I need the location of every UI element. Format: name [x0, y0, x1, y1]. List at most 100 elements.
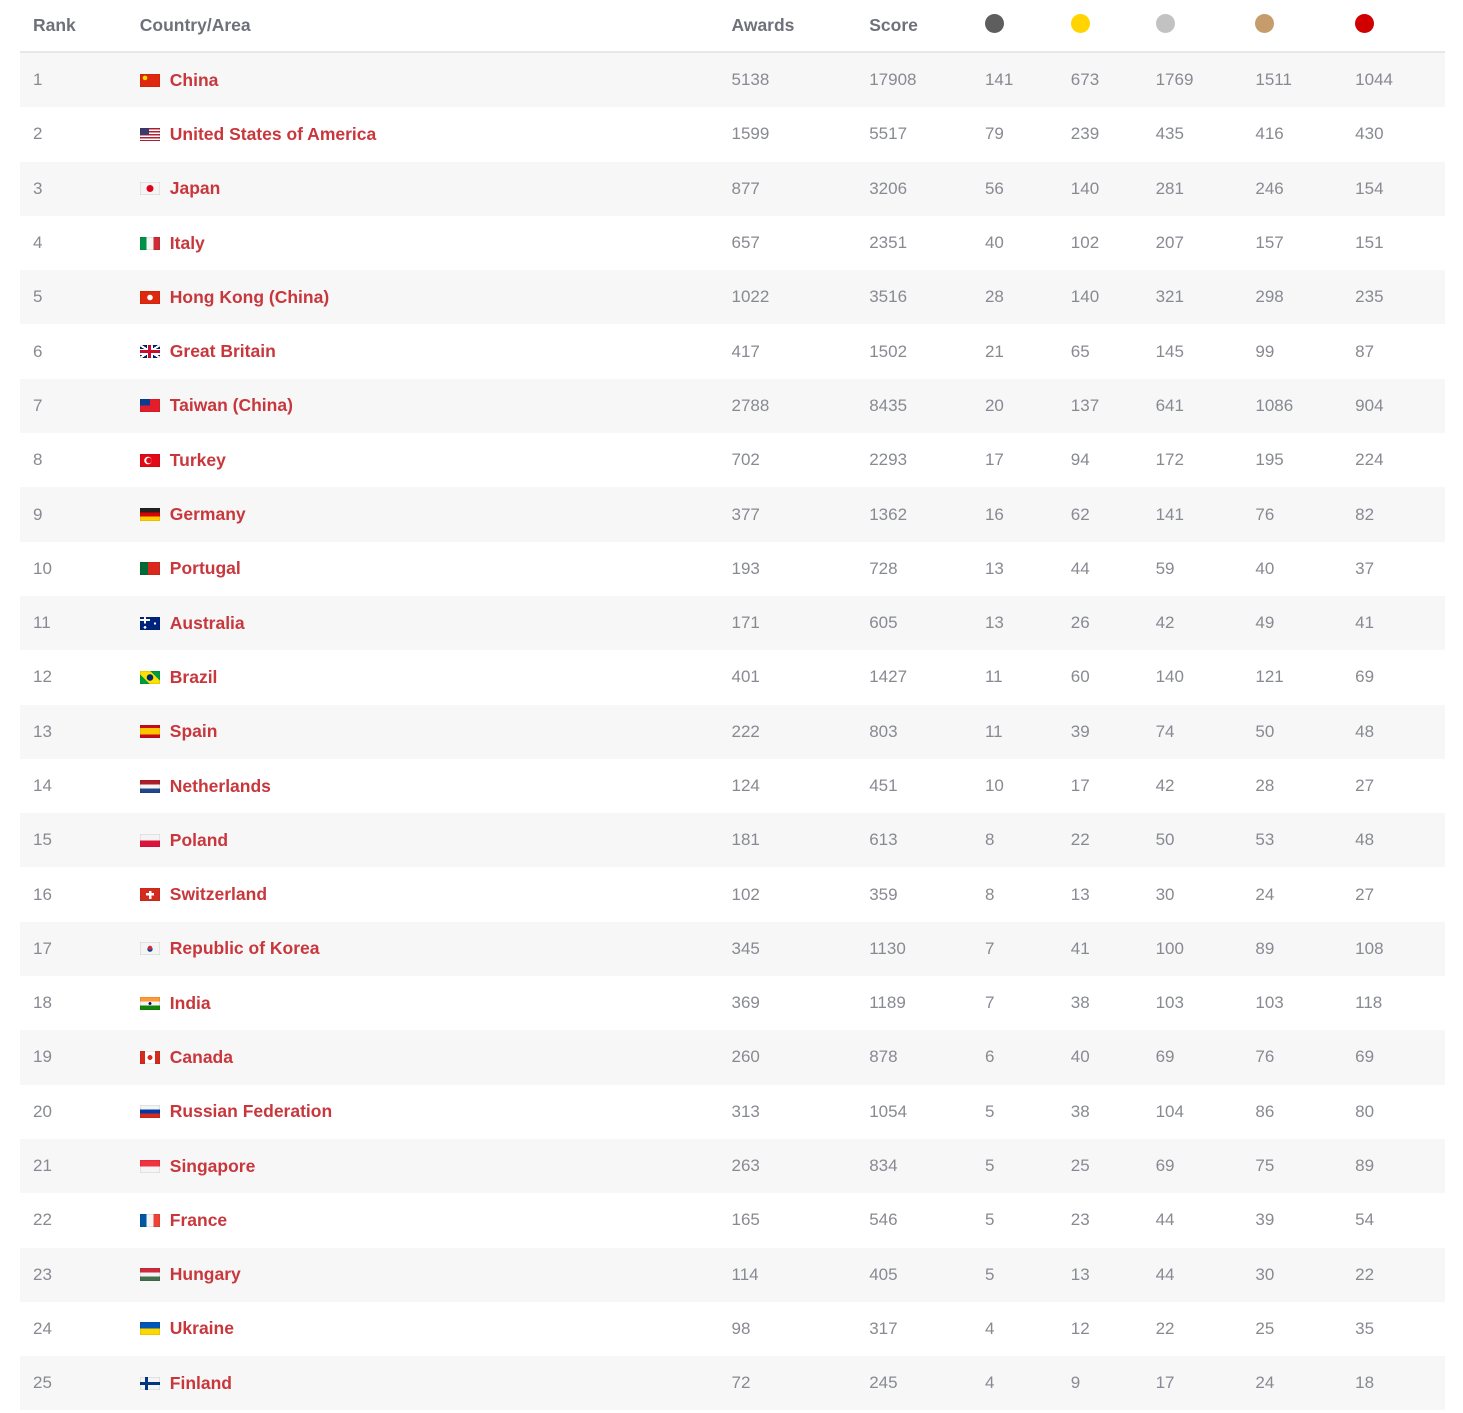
red-medal-icon [1355, 13, 1375, 33]
medal-1-cell: 21 [984, 341, 1004, 361]
country-link[interactable]: Switzerland [170, 884, 267, 905]
medal-3-cell: 17 [1155, 1373, 1175, 1393]
header-awards[interactable]: Awards [732, 15, 870, 36]
country-cell: Japan [139, 178, 732, 199]
country-link[interactable]: Italy [170, 233, 205, 254]
medal-5-cell: 18 [1355, 1373, 1375, 1393]
rank-cell: 7 [33, 395, 43, 415]
country-cell: Hong Kong (China) [139, 287, 732, 308]
country-link[interactable]: United States of America [170, 124, 377, 145]
table-row: 3 Japan 877 3206 56 140 281 246 154 [20, 161, 1445, 216]
country-link[interactable]: Spain [170, 721, 218, 742]
italy-flag-icon [139, 236, 160, 250]
country-cell: France [139, 1210, 732, 1231]
medal-5-cell: 27 [1355, 776, 1375, 795]
medal-4-cell: 28 [1255, 776, 1275, 795]
medal-5-cell: 235 [1355, 287, 1384, 307]
country-link[interactable]: Ukraine [170, 1318, 234, 1339]
bronze-medal-icon [1255, 13, 1275, 33]
medal-3-cell: 69 [1155, 1047, 1175, 1067]
medal-1-cell: 4 [984, 1373, 995, 1393]
medal-5-cell: 430 [1355, 124, 1384, 144]
header-medal-4[interactable] [1255, 13, 1355, 36]
awards-cell: 1599 [731, 124, 770, 144]
header-medal-3[interactable] [1155, 13, 1256, 36]
country-cell: Russian Federation [139, 1101, 732, 1122]
medal-5-cell: 224 [1355, 450, 1384, 470]
country-cell: Switzerland [139, 884, 732, 905]
country-link[interactable]: China [170, 70, 219, 91]
header-medal-5[interactable] [1355, 13, 1445, 36]
awards-cell: 263 [731, 1156, 760, 1176]
netherlands-flag-icon [139, 779, 160, 793]
country-link[interactable]: Portugal [170, 558, 241, 579]
country-link[interactable]: Republic of Korea [170, 938, 320, 959]
country-link[interactable]: Australia [170, 613, 245, 634]
medal-3-cell: 641 [1155, 395, 1184, 415]
awards-cell: 193 [731, 558, 760, 578]
medal-3-cell: 145 [1155, 341, 1184, 361]
medal-5-cell: 87 [1355, 341, 1375, 361]
medal-1-cell: 5 [984, 1210, 995, 1230]
rank-cell: 19 [33, 1047, 52, 1067]
france-flag-icon [139, 1213, 160, 1227]
header-country[interactable]: Country/Area [140, 15, 732, 36]
country-link[interactable]: Netherlands [170, 776, 271, 797]
medal-1-cell: 79 [984, 124, 1004, 144]
portugal-flag-icon [139, 562, 160, 576]
table-row: 23 Hungary 114 405 5 13 44 30 22 [20, 1247, 1445, 1302]
country-cell: Finland [139, 1373, 732, 1394]
rank-cell: 5 [33, 287, 43, 307]
medal-1-cell: 10 [984, 776, 1004, 795]
awards-cell: 124 [731, 776, 760, 795]
rank-cell: 11 [33, 613, 51, 633]
medal-3-cell: 1769 [1155, 70, 1194, 90]
country-link[interactable]: India [170, 993, 211, 1014]
country-link[interactable]: Canada [170, 1047, 233, 1068]
country-link[interactable]: Singapore [170, 1156, 256, 1177]
country-link[interactable]: Great Britain [170, 341, 276, 362]
country-cell: Portugal [139, 558, 732, 579]
medal-1-cell: 141 [984, 70, 1014, 90]
score-cell: 359 [869, 884, 898, 904]
country-link[interactable]: Japan [170, 178, 221, 199]
score-cell: 17908 [869, 70, 917, 90]
table-row: 11 Australia 171 605 13 26 42 49 41 [20, 595, 1445, 651]
header-score[interactable]: Score [869, 15, 985, 36]
medal-4-cell: 75 [1255, 1156, 1275, 1176]
awards-cell: 401 [731, 667, 760, 687]
country-link[interactable]: Poland [170, 830, 228, 851]
medal-2-cell: 38 [1070, 1101, 1090, 1121]
medal-5-cell: 27 [1355, 884, 1375, 904]
medal-1-cell: 40 [984, 233, 1004, 253]
country-link[interactable]: Hungary [170, 1264, 241, 1285]
awards-cell: 657 [731, 233, 760, 253]
country-link[interactable]: Hong Kong (China) [170, 287, 329, 308]
header-medal-2[interactable] [1070, 13, 1156, 36]
country-link[interactable]: Finland [170, 1373, 232, 1394]
medal-4-cell: 89 [1255, 938, 1275, 958]
country-link[interactable]: Germany [170, 504, 246, 525]
awards-cell: 222 [731, 721, 760, 741]
country-link[interactable]: Turkey [170, 450, 226, 471]
country-link[interactable]: Russian Federation [170, 1101, 332, 1122]
medal-1-cell: 17 [984, 450, 1004, 470]
medal-5-cell: 154 [1355, 178, 1384, 198]
country-link[interactable]: Brazil [170, 667, 218, 688]
table-row: 13 Spain 222 803 11 39 74 50 48 [20, 704, 1445, 759]
medal-1-cell: 5 [984, 1156, 995, 1176]
header-rank[interactable]: Rank [20, 15, 140, 36]
header-medal-1[interactable] [984, 13, 1071, 36]
medal-3-cell: 44 [1155, 1210, 1175, 1230]
score-cell: 1502 [869, 341, 908, 361]
table-row: 25 Finland 72 245 4 9 17 24 18 [20, 1356, 1445, 1411]
country-cell: Italy [139, 233, 732, 254]
awards-cell: 98 [731, 1318, 751, 1338]
korea-flag-icon [139, 942, 160, 956]
medal-2-cell: 13 [1070, 884, 1090, 904]
medal-5-cell: 37 [1355, 558, 1375, 578]
score-cell: 3206 [869, 178, 908, 198]
medal-3-cell: 74 [1155, 721, 1175, 741]
country-link[interactable]: Taiwan (China) [170, 395, 293, 416]
country-link[interactable]: France [170, 1210, 227, 1231]
